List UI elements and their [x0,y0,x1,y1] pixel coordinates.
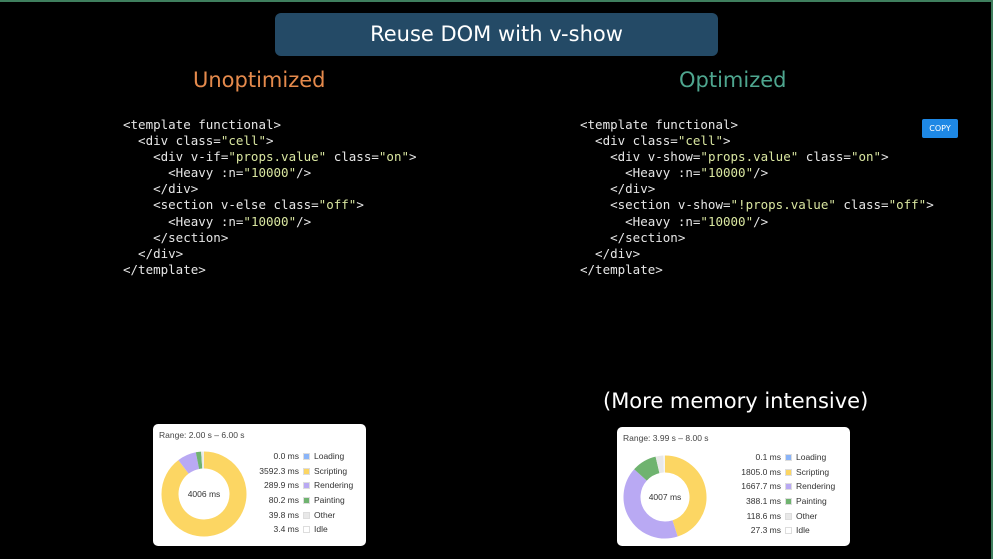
donut-slice-painting [195,451,203,470]
legend-row-other: 39.8 ms Other [239,510,359,525]
legend-value: 1667.7 ms [741,481,781,492]
legend-row-loading: 0.0 ms Loading [239,451,359,466]
legend-label: Rendering [796,481,836,492]
legend-row-painting: 388.1 ms Painting [721,496,845,511]
legend-value: 289.9 ms [264,480,299,491]
legend-row-rendering: 1667.7 ms Rendering [721,481,845,496]
legend-label: Idle [314,524,328,535]
code-line: <template functional> [580,117,739,132]
legend-row-idle: 27.3 ms Idle [721,525,845,540]
code-line: </section> [580,229,686,245]
time-donut-chart: 4007 ms [623,455,707,539]
legend-value: 39.8 ms [268,509,299,520]
code-line: <template functional> [123,117,282,132]
legend-label: Painting [314,495,345,506]
legend-swatch [303,467,310,475]
legend-label: Other [796,510,818,521]
legend-swatch [785,527,792,535]
legend-label: Idle [796,525,810,536]
legend-swatch [785,454,792,461]
legend-swatch [303,511,310,519]
legend-row-scripting: 1805.0 ms Scripting [721,467,845,482]
code-line: <Heavy :n="10000"/> [580,213,769,229]
legend-label: Other [314,509,336,520]
total-time-label: 4006 ms [188,489,221,499]
code-line: </div> [580,181,656,197]
range-label: Range: 3.99 s – 8.00 s [623,433,709,443]
perf-legend: 0.0 ms Loading 3592.3 ms Scripting 289.9 ms R… [239,451,359,539]
legend-row-rendering: 289.9 ms Rendering [239,480,359,495]
legend-row-idle: 3.4 ms Idle [239,524,359,539]
optimized-heading: Optimized [679,68,787,92]
legend-label: Scripting [796,466,830,477]
code-line: <div class="cell"> [580,133,731,149]
code-line: <section v-else class="off"> [123,197,364,213]
legend-value: 1805.0 ms [741,466,781,477]
legend-value: 0.1 ms [755,452,781,462]
code-line: </template> [123,261,206,277]
legend-swatch [303,453,310,460]
code-line: </section> [123,229,229,245]
legend-label: Rendering [314,480,354,491]
legend-row-loading: 0.1 ms Loading [721,452,845,467]
total-time-label: 4007 ms [649,492,682,502]
memory-note: (More memory intensive) [603,389,869,413]
code-line: <div v-show="props.value" class="on"> [580,149,889,165]
code-line: </template> [580,261,663,277]
code-line: <div class="cell"> [123,133,274,149]
legend-swatch [785,512,792,520]
legend-label: Loading [314,451,345,461]
legend-value: 3592.3 ms [259,465,299,476]
legend-label: Loading [796,452,827,462]
code-line: </div> [123,181,199,197]
donut-slice-other [655,455,665,474]
legend-row-scripting: 3592.3 ms Scripting [239,466,359,481]
optimized-code-block: <template functional> <div class="cell">… [580,117,934,278]
donut-slice-rendering [623,469,678,539]
code-line: <Heavy :n="10000"/> [580,165,769,181]
slide-title: Reuse DOM with v-show [275,13,718,56]
perf-summary-optimized: Range: 3.99 s – 8.00 s 4007 ms 0.1 ms Loa… [617,427,850,546]
code-line: <Heavy :n="10000"/> [123,213,312,229]
perf-legend: 0.1 ms Loading 1805.0 ms Scripting 1667.7 ms… [721,452,845,540]
legend-value: 80.2 ms [268,495,299,506]
legend-swatch [303,526,310,534]
legend-value: 3.4 ms [273,524,299,535]
legend-value: 27.3 ms [750,525,781,536]
code-line: </div> [580,245,641,261]
code-line: </div> [123,245,184,261]
legend-label: Scripting [314,465,348,476]
code-line: <section v-show="!props.value" class="of… [580,197,934,213]
legend-label: Painting [796,496,827,507]
legend-swatch [785,468,792,476]
perf-summary-unoptimized: Range: 2.00 s – 6.00 s 4006 ms 0.0 ms Loa… [153,424,366,546]
copy-button[interactable]: COPY [922,119,958,138]
legend-swatch [303,482,310,490]
code-line: <Heavy :n="10000"/> [123,165,312,181]
legend-row-other: 118.6 ms Other [721,511,845,526]
legend-swatch [785,498,792,506]
legend-swatch [303,497,310,505]
legend-value: 118.6 ms [746,510,781,521]
donut-slice-painting [634,456,660,481]
unoptimized-heading: Unoptimized [193,68,326,92]
time-donut-chart: 4006 ms [161,451,247,537]
code-line: <div v-if="props.value" class="on"> [123,149,417,165]
donut-slice-rendering [178,452,200,474]
legend-swatch [785,483,792,491]
legend-value: 0.0 ms [273,451,299,461]
range-label: Range: 2.00 s – 6.00 s [159,430,245,440]
legend-value: 388.1 ms [746,496,781,507]
legend-row-painting: 80.2 ms Painting [239,495,359,510]
unoptimized-code-block: <template functional> <div class="cell">… [123,117,417,278]
